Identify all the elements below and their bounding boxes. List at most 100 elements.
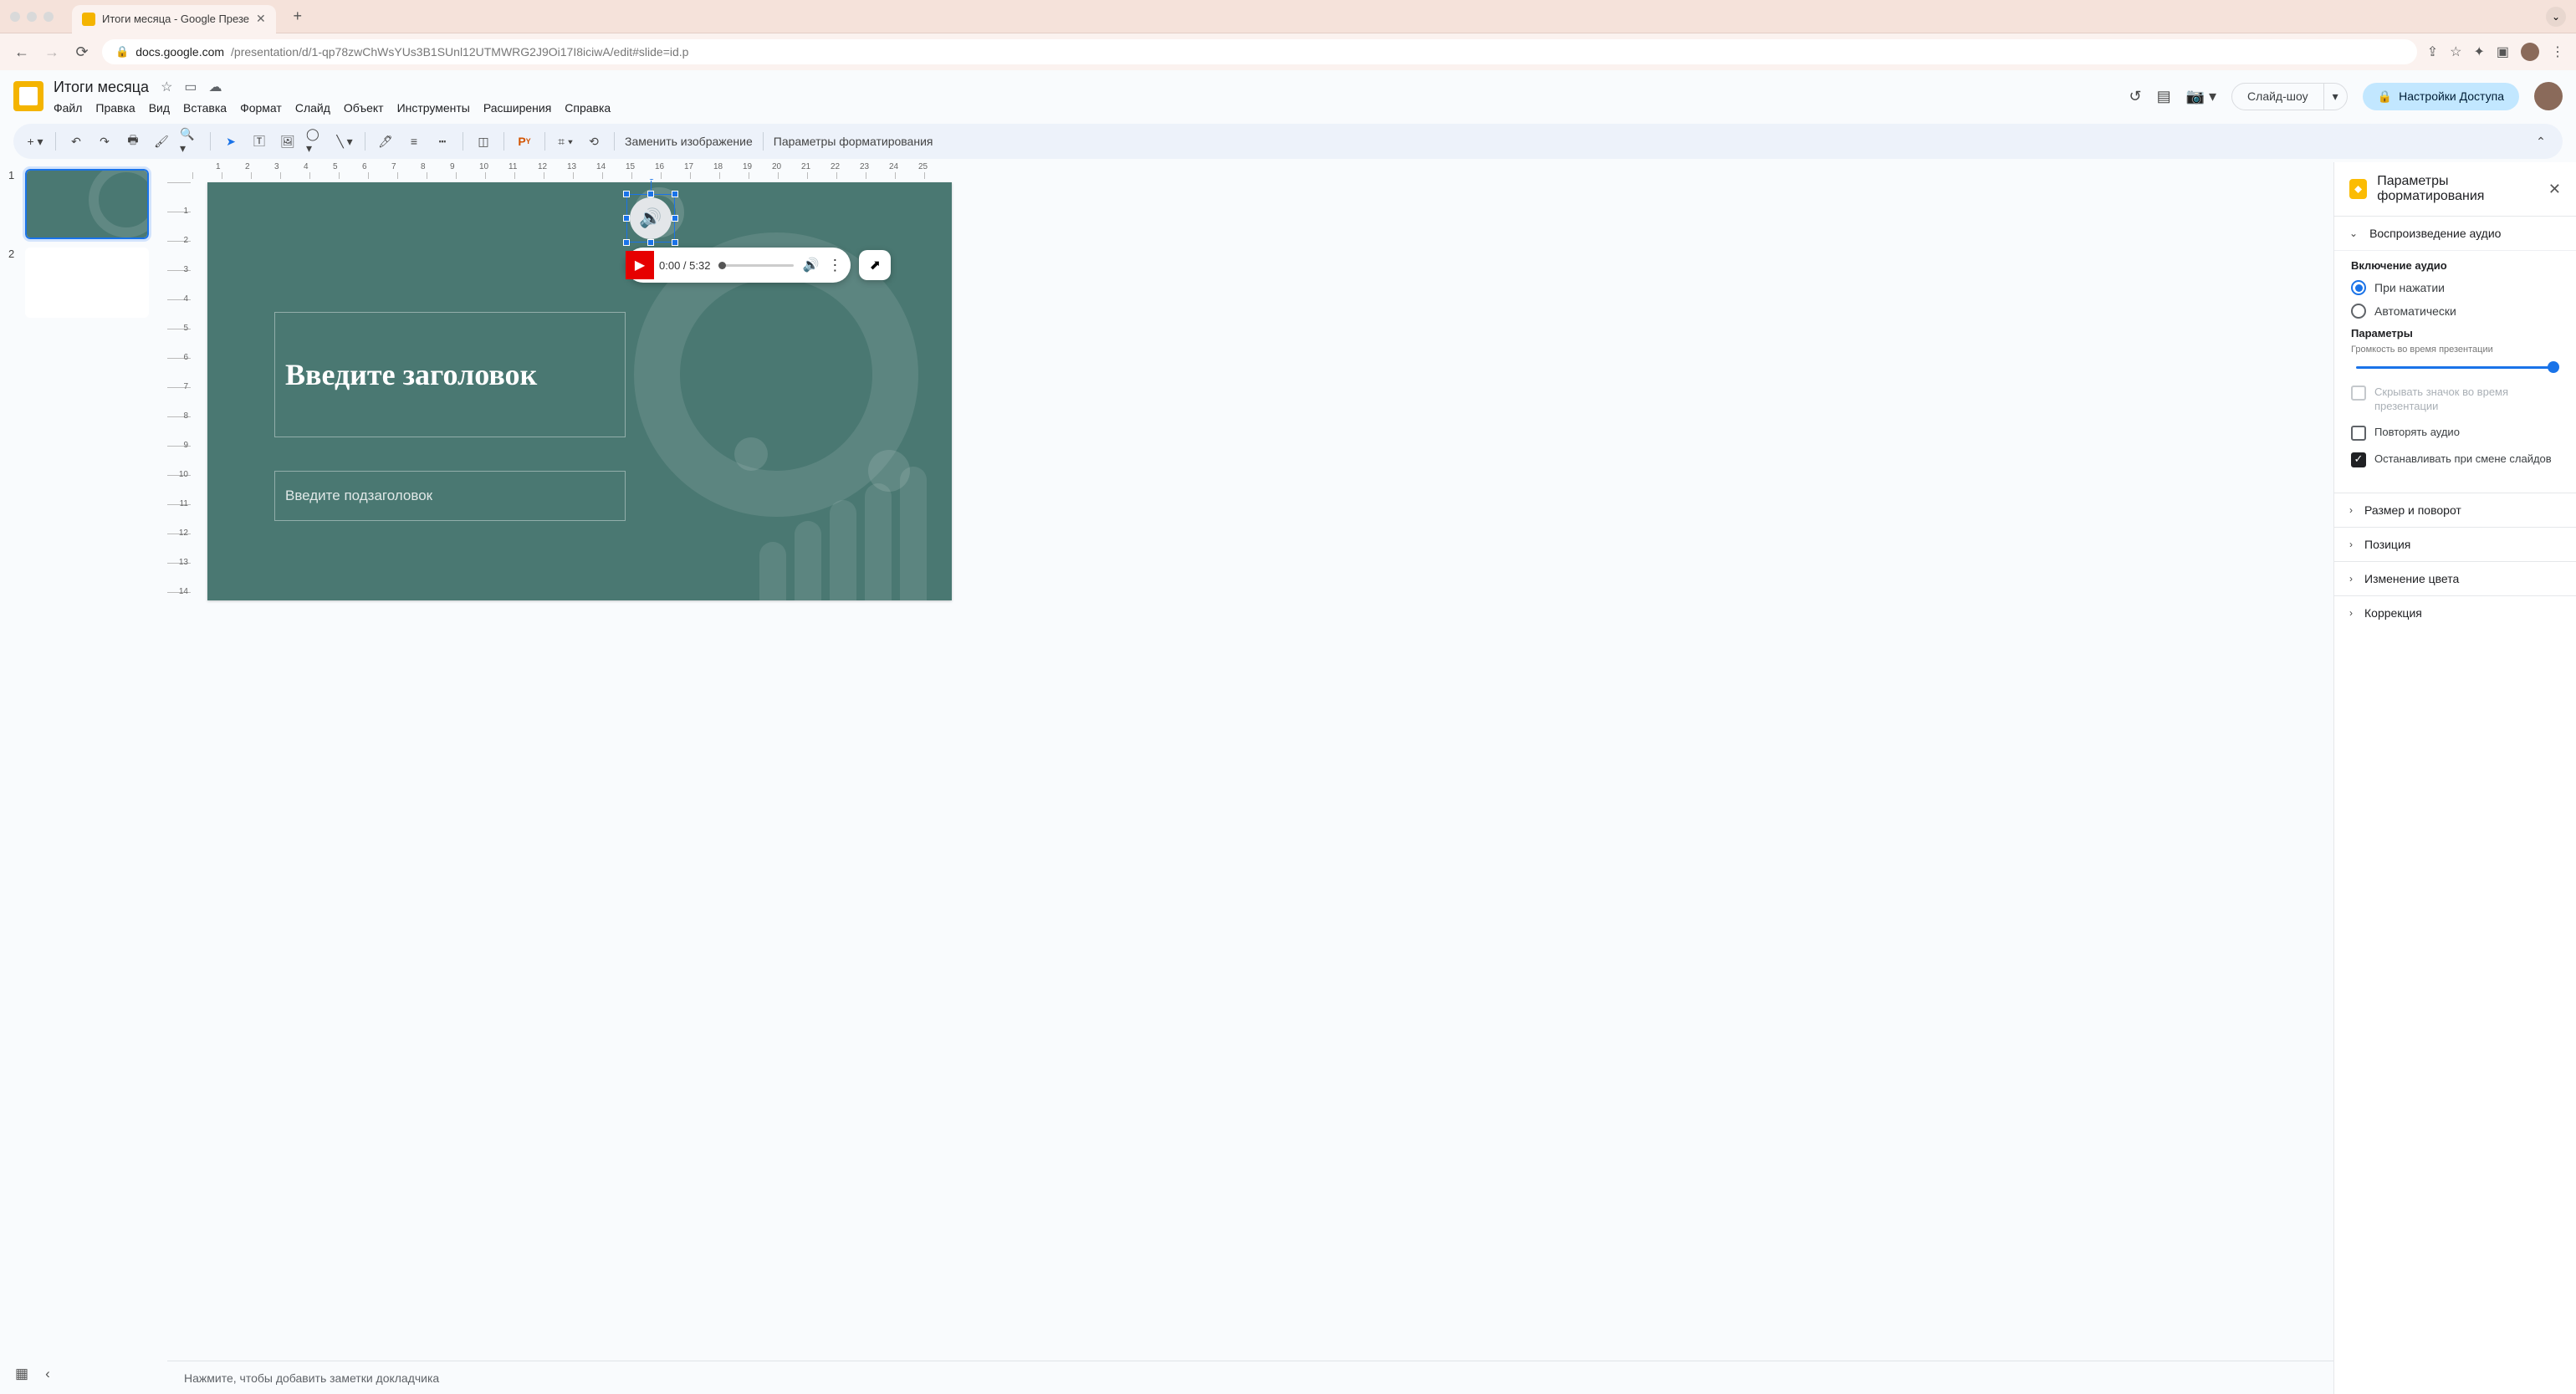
account-avatar[interactable] xyxy=(2534,82,2563,110)
radio-automatic[interactable]: Автоматически xyxy=(2351,304,2559,319)
border-weight[interactable]: ≡ xyxy=(404,131,424,151)
py-tool[interactable]: PY xyxy=(514,131,534,151)
zoom-button[interactable]: 🔍 ▾ xyxy=(180,131,200,151)
image-tool[interactable]: 🖼 xyxy=(278,131,298,151)
document-title[interactable]: Итоги месяца xyxy=(54,79,149,96)
title-placeholder[interactable]: Введите заголовок xyxy=(274,312,626,437)
thumbnail[interactable] xyxy=(25,248,149,318)
cloud-icon[interactable]: ☁ xyxy=(209,79,222,95)
section-recolor[interactable]: › Изменение цвета xyxy=(2334,561,2576,595)
radio-on-click[interactable]: При нажатии xyxy=(2351,280,2559,295)
shape-tool[interactable]: ◯ ▾ xyxy=(306,131,326,151)
subtitle-placeholder[interactable]: Введите подзаголовок xyxy=(274,471,626,521)
replace-image-button[interactable]: Заменить изображение xyxy=(625,135,753,148)
reload-button[interactable]: ⟳ xyxy=(72,43,92,61)
canvas-viewport[interactable]: Введите заголовок Введите подзаголовок xyxy=(191,179,2333,1361)
extensions-icon[interactable]: ✦ xyxy=(2473,43,2484,60)
browser-menu-icon[interactable]: ⋮ xyxy=(2551,43,2564,60)
speaker-notes[interactable]: Нажмите, чтобы добавить заметки докладчи… xyxy=(167,1361,2333,1394)
slides-logo-icon[interactable] xyxy=(13,81,43,111)
slideshow-dropdown[interactable]: ▾ xyxy=(2324,83,2348,110)
print-button[interactable]: 🖶 xyxy=(123,131,143,151)
back-button[interactable]: ← xyxy=(12,43,32,61)
slideshow-button[interactable]: Слайд-шоу xyxy=(2231,83,2324,110)
traffic-light[interactable] xyxy=(27,12,37,22)
history-icon[interactable]: ↺ xyxy=(2129,88,2141,105)
seek-slider[interactable] xyxy=(718,264,794,267)
thumbnail[interactable] xyxy=(25,169,149,239)
crop-tool[interactable]: ⌗ ▾ xyxy=(555,131,575,151)
url-field[interactable]: 🔒 docs.google.com/presentation/d/1-qp78z… xyxy=(102,39,2417,64)
slide-thumbnails: 12 xyxy=(0,162,167,1394)
close-tab-icon[interactable]: ✕ xyxy=(256,12,266,26)
menu-item[interactable]: Расширения xyxy=(483,101,551,115)
section-position[interactable]: › Позиция xyxy=(2334,527,2576,561)
section-size-rotate[interactable]: › Размер и поворот xyxy=(2334,493,2576,527)
volume-slider[interactable] xyxy=(2356,366,2554,369)
thumbnail-row[interactable]: 1 xyxy=(8,169,159,239)
resize-handle[interactable] xyxy=(623,191,630,197)
menu-item[interactable]: Файл xyxy=(54,101,82,115)
textbox-tool[interactable]: 🅃 xyxy=(249,131,269,151)
browser-tab[interactable]: Итоги месяца - Google Презе ✕ xyxy=(72,5,276,33)
open-external-icon[interactable]: ⬈ xyxy=(859,250,891,280)
panel-icon[interactable]: ▣ xyxy=(2497,43,2509,60)
collapse-toolbar-icon[interactable]: ⌃ xyxy=(2531,131,2551,151)
move-icon[interactable]: ▭ xyxy=(184,79,197,95)
thumbnail-row[interactable]: 2 xyxy=(8,248,159,318)
select-tool[interactable]: ➤ xyxy=(221,131,241,151)
menu-item[interactable]: Инструменты xyxy=(397,101,470,115)
traffic-light[interactable] xyxy=(10,12,20,22)
explore-icon[interactable]: ▦ xyxy=(15,1366,28,1382)
more-options-icon[interactable]: ⋮ xyxy=(827,257,842,274)
border-color[interactable]: 🖊 xyxy=(376,131,396,151)
section-adjustments[interactable]: › Коррекция xyxy=(2334,595,2576,630)
menu-item[interactable]: Вид xyxy=(149,101,170,115)
resize-handle[interactable] xyxy=(647,191,654,197)
radio-icon xyxy=(2351,304,2366,319)
menu-item[interactable]: Формат xyxy=(240,101,282,115)
play-button[interactable]: ▶ xyxy=(629,254,651,276)
resize-handle[interactable] xyxy=(647,239,654,246)
traffic-light[interactable] xyxy=(43,12,54,22)
comments-icon[interactable]: ▤ xyxy=(2157,88,2171,105)
volume-icon[interactable]: 🔊 xyxy=(802,257,819,273)
section-audio-playback[interactable]: ⌄ Воспроизведение аудио xyxy=(2334,216,2576,250)
menu-item[interactable]: Слайд xyxy=(295,101,330,115)
menu-item[interactable]: Объект xyxy=(344,101,384,115)
audio-object[interactable]: 🔊 xyxy=(630,197,672,239)
resize-handle[interactable] xyxy=(672,239,678,246)
close-panel-icon[interactable]: ✕ xyxy=(2548,181,2561,198)
paint-format-button[interactable]: 🖌 xyxy=(151,131,171,151)
resize-handle[interactable] xyxy=(623,215,630,222)
checkbox-stop-on-slide-change[interactable]: ✓ Останавливать при смене слайдов xyxy=(2351,452,2559,467)
prev-slide-icon[interactable]: ‹ xyxy=(45,1366,50,1382)
star-icon[interactable]: ☆ xyxy=(161,79,172,95)
rotate-handle[interactable] xyxy=(651,179,652,191)
mask-image[interactable]: ◫ xyxy=(473,131,493,151)
new-tab-button[interactable]: + xyxy=(286,5,309,28)
menu-item[interactable]: Справка xyxy=(565,101,611,115)
new-slide-button[interactable]: + ▾ xyxy=(25,131,45,151)
undo-button[interactable]: ↶ xyxy=(66,131,86,151)
share-button[interactable]: 🔒 Настройки Доступа xyxy=(2363,83,2519,110)
profile-avatar[interactable] xyxy=(2521,43,2539,61)
resize-handle[interactable] xyxy=(623,239,630,246)
menu-item[interactable]: Вставка xyxy=(183,101,227,115)
bookmark-icon[interactable]: ☆ xyxy=(2450,43,2461,60)
resize-handle[interactable] xyxy=(672,191,678,197)
share-icon[interactable]: ⇪ xyxy=(2427,43,2438,60)
border-dash[interactable]: ┅ xyxy=(432,131,452,151)
resize-handle[interactable] xyxy=(672,215,678,222)
menu-item[interactable]: Правка xyxy=(95,101,135,115)
slide-canvas[interactable]: Введите заголовок Введите подзаголовок xyxy=(207,182,952,600)
checkbox-loop-audio[interactable]: Повторять аудио xyxy=(2351,426,2559,441)
checkbox-hide-icon: Скрывать значок во время презентации xyxy=(2351,386,2559,414)
format-options-button[interactable]: Параметры форматирования xyxy=(774,135,933,148)
redo-button[interactable]: ↷ xyxy=(95,131,115,151)
reset-image[interactable]: ⟲ xyxy=(584,131,604,151)
forward-button[interactable]: → xyxy=(42,43,62,61)
line-tool[interactable]: ╲ ▾ xyxy=(335,131,355,151)
tabs-dropdown-icon[interactable]: ⌄ xyxy=(2546,7,2566,27)
meet-icon[interactable]: 📷 ▾ xyxy=(2186,88,2216,105)
